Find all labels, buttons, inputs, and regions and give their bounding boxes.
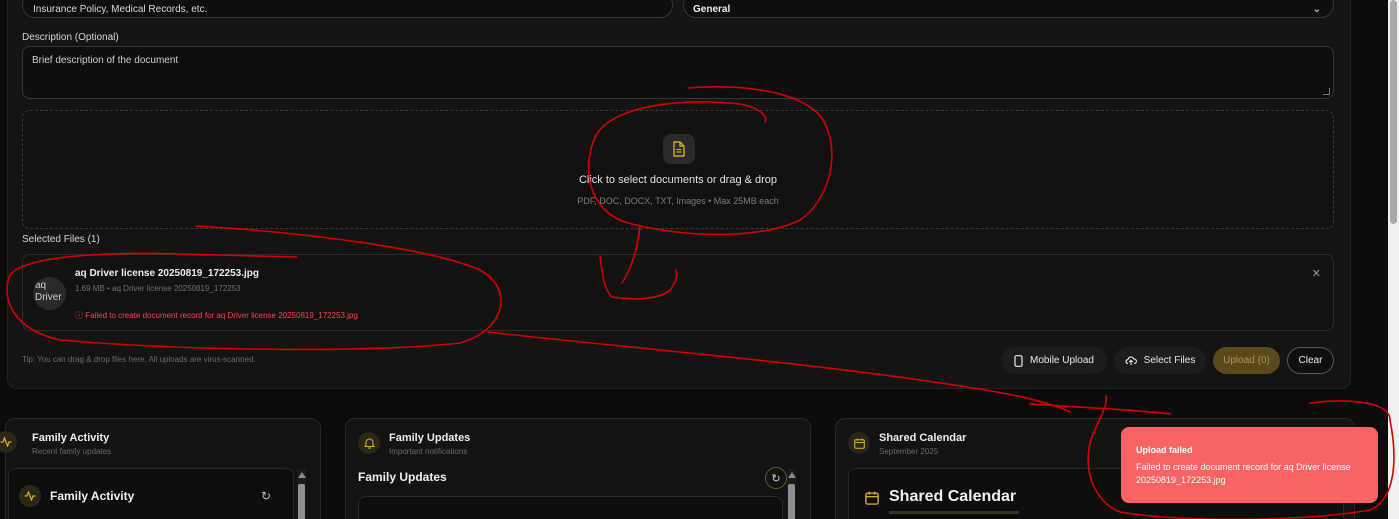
description-label: Description (Optional) xyxy=(22,32,119,43)
scroll-thumb[interactable] xyxy=(788,484,795,519)
activity-scrollbar[interactable] xyxy=(297,469,306,519)
selected-files-label: Selected Files (1) xyxy=(22,234,100,245)
refresh-icon[interactable]: ↻ xyxy=(765,467,787,489)
family-updates-panel: Family Updates Important notifications F… xyxy=(345,418,811,519)
scroll-thumb[interactable] xyxy=(298,484,305,519)
family-updates-subtitle: Important notifications xyxy=(389,447,468,456)
scroll-up-arrow-icon[interactable] xyxy=(298,472,306,478)
chevron-down-icon: ⌄ xyxy=(1312,4,1321,15)
family-updates-heading: Family Updates xyxy=(358,470,447,484)
upload-button[interactable]: Upload (0) xyxy=(1213,347,1280,374)
resize-handle[interactable] xyxy=(1323,88,1330,95)
file-error-message: ⓘ Failed to create document record for a… xyxy=(75,310,358,321)
document-icon xyxy=(663,134,695,164)
shared-calendar-title: Shared Calendar xyxy=(879,432,967,444)
upload-tip: Tip: You can drag & drop files here. All… xyxy=(22,355,256,364)
title-underline xyxy=(889,511,1019,514)
cloud-upload-icon xyxy=(1125,356,1137,365)
dropzone-title: Click to select documents or drag & drop xyxy=(578,174,778,186)
file-error-text: Failed to create document record for aq … xyxy=(85,311,358,320)
updates-scrollbar[interactable] xyxy=(787,469,796,519)
remove-file-button[interactable]: ✕ xyxy=(1312,267,1321,280)
clear-button[interactable]: Clear xyxy=(1287,347,1334,374)
selected-file-item: aq Driver aq Driver license 20250819_172… xyxy=(22,254,1334,331)
description-placeholder: Brief description of the document xyxy=(32,55,179,66)
scroll-up-arrow-icon[interactable] xyxy=(788,472,796,478)
toast-title: Upload failed xyxy=(1136,445,1193,455)
bell-icon xyxy=(358,432,380,454)
family-activity-subtitle: Recent family updates xyxy=(32,447,112,456)
select-files-button[interactable]: Select Files xyxy=(1114,347,1206,374)
select-files-label: Select Files xyxy=(1143,355,1196,366)
upload-label: Upload (0) xyxy=(1223,355,1270,366)
file-dropzone[interactable]: Click to select documents or drag & drop… xyxy=(22,110,1334,229)
file-thumbnail: aq Driver xyxy=(33,277,66,310)
file-name: aq Driver license 20250819_172253.jpg xyxy=(75,268,260,279)
page-scroll-thumb[interactable] xyxy=(1390,0,1397,224)
dropzone-subtitle: PDF, DOC, DOCX, TXT, Images • Max 25MB e… xyxy=(577,196,779,206)
clear-label: Clear xyxy=(1298,355,1323,366)
annotation-connector xyxy=(1029,403,1171,415)
family-activity-inner-card: Family Activity ↻ xyxy=(8,468,294,519)
calendar-icon xyxy=(865,491,879,505)
description-textarea[interactable]: Brief description of the document xyxy=(22,46,1334,99)
thumbnail-alt-text: aq Driver xyxy=(35,280,62,303)
toast-message: Failed to create document record for aq … xyxy=(1136,462,1351,485)
shared-calendar-subtitle: September 2025 xyxy=(879,447,939,456)
document-title-input[interactable]: Insurance Policy, Medical Records, etc. xyxy=(22,0,673,18)
family-activity-panel: Family Activity Recent family updates Fa… xyxy=(0,418,321,519)
updates-list-card xyxy=(358,496,783,519)
document-title-value: Insurance Policy, Medical Records, etc. xyxy=(33,4,208,15)
refresh-icon[interactable]: ↻ xyxy=(261,489,271,503)
mobile-upload-button[interactable]: Mobile Upload xyxy=(1001,347,1107,374)
category-value: General xyxy=(693,4,731,15)
calendar-icon xyxy=(848,432,870,454)
smartphone-icon xyxy=(1014,354,1023,367)
activity-icon xyxy=(0,431,17,453)
activity-icon xyxy=(19,485,41,507)
page-scrollbar[interactable] xyxy=(1388,0,1399,519)
alert-circle-icon: ⓘ xyxy=(75,311,83,320)
mobile-upload-label: Mobile Upload xyxy=(1030,355,1094,366)
shared-calendar-inner-title: Shared Calendar xyxy=(889,488,1017,505)
family-updates-title: Family Updates xyxy=(389,432,471,444)
file-meta: 1.69 MB • aq Driver license 20250819_172… xyxy=(75,284,241,293)
family-activity-title: Family Activity xyxy=(32,432,110,444)
category-select[interactable]: General ⌄ xyxy=(683,0,1334,18)
upload-failed-toast[interactable]: Upload failed Failed to create document … xyxy=(1121,427,1378,503)
family-activity-inner-title: Family Activity xyxy=(50,489,135,503)
